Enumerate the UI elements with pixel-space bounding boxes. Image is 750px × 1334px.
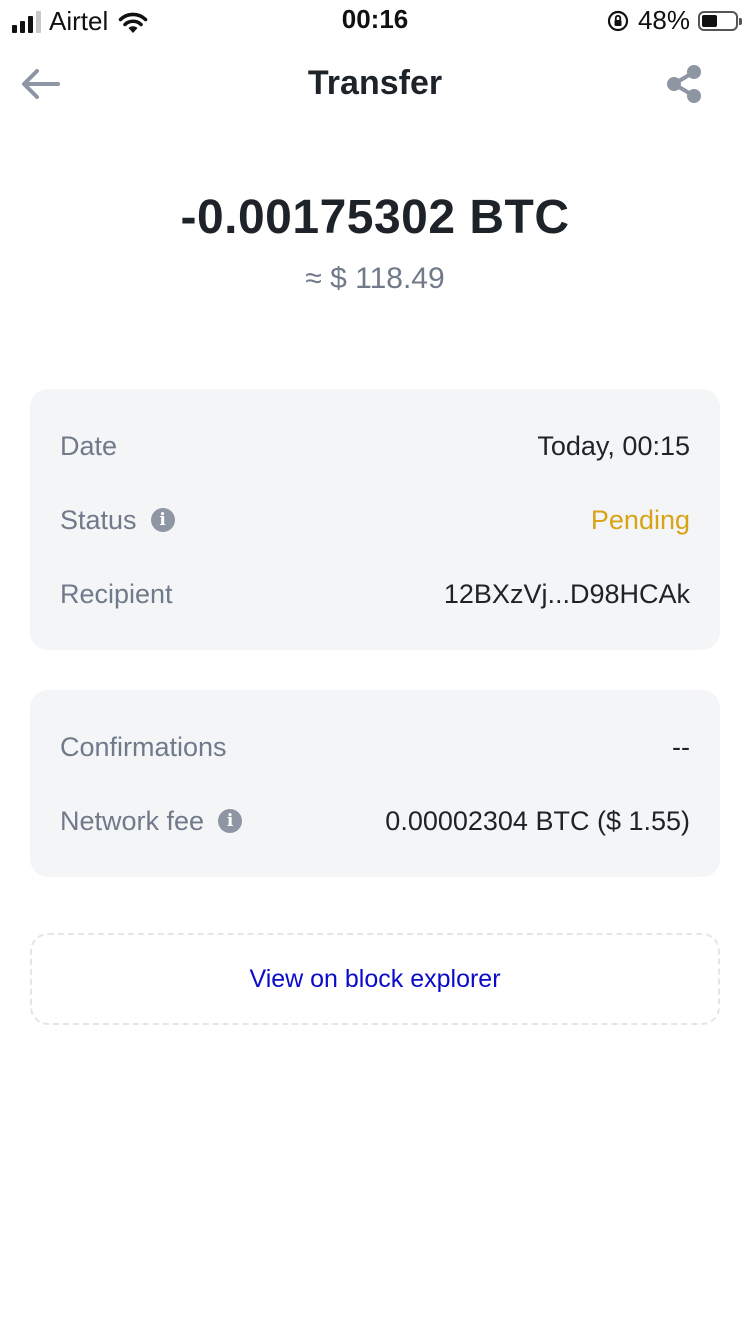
view-on-block-explorer-label: View on block explorer [249,964,501,993]
transfer-amount: -0.00175302 BTC [180,191,570,244]
status-info-icon[interactable]: i [150,508,175,532]
share-icon [667,65,701,103]
date-label: Date [60,431,117,462]
page-title: Transfer [307,64,443,102]
confirmations-label-text: Confirmations [60,731,227,762]
status-row: Status i Pending [60,500,690,540]
network-fee-label: Network fee i [60,805,243,837]
confirmations-label: Confirmations [60,732,227,763]
network-fee-value: 0.00002304 BTC ($ 1.55) [385,805,690,836]
status-label-text: Status [60,504,137,535]
details-card: Date Today, 00:15 Status i Pending Recip… [30,389,720,650]
network-fee-label-text: Network fee [60,805,205,836]
network-fee-info-icon[interactable]: i [218,809,243,833]
recipient-label-text: Recipient [60,578,173,609]
status-bar: Airtel 00:16 48% [0,0,750,40]
date-row: Date Today, 00:15 [60,426,690,466]
battery-icon [698,10,742,31]
status-bar-right: 48% [606,5,742,36]
network-card: Confirmations -- Network fee i 0.0000230… [30,690,720,877]
network-fee-row: Network fee i 0.00002304 BTC ($ 1.55) [60,801,690,841]
recipient-label: Recipient [60,579,173,610]
nav-header: Transfer [0,44,750,124]
battery-percent: 48% [637,5,690,35]
transfer-amount-usd: ≈ $ 118.49 [305,262,445,295]
recipient-value[interactable]: 12BXzVj...D98HCAk [444,579,690,610]
confirmations-value: -- [672,731,690,762]
date-value: Today, 00:15 [537,430,690,461]
status-label: Status i [60,505,175,536]
recipient-row: Recipient 12BXzVj...D98HCAk [60,574,690,614]
date-label-text: Date [60,430,118,461]
orientation-lock-icon [607,10,629,31]
status-value: Pending [590,504,690,535]
confirmations-row: Confirmations -- [60,727,690,767]
battery-level-fill [702,14,718,27]
view-on-block-explorer-button[interactable]: View on block explorer [30,933,720,1025]
share-button[interactable] [662,62,706,106]
